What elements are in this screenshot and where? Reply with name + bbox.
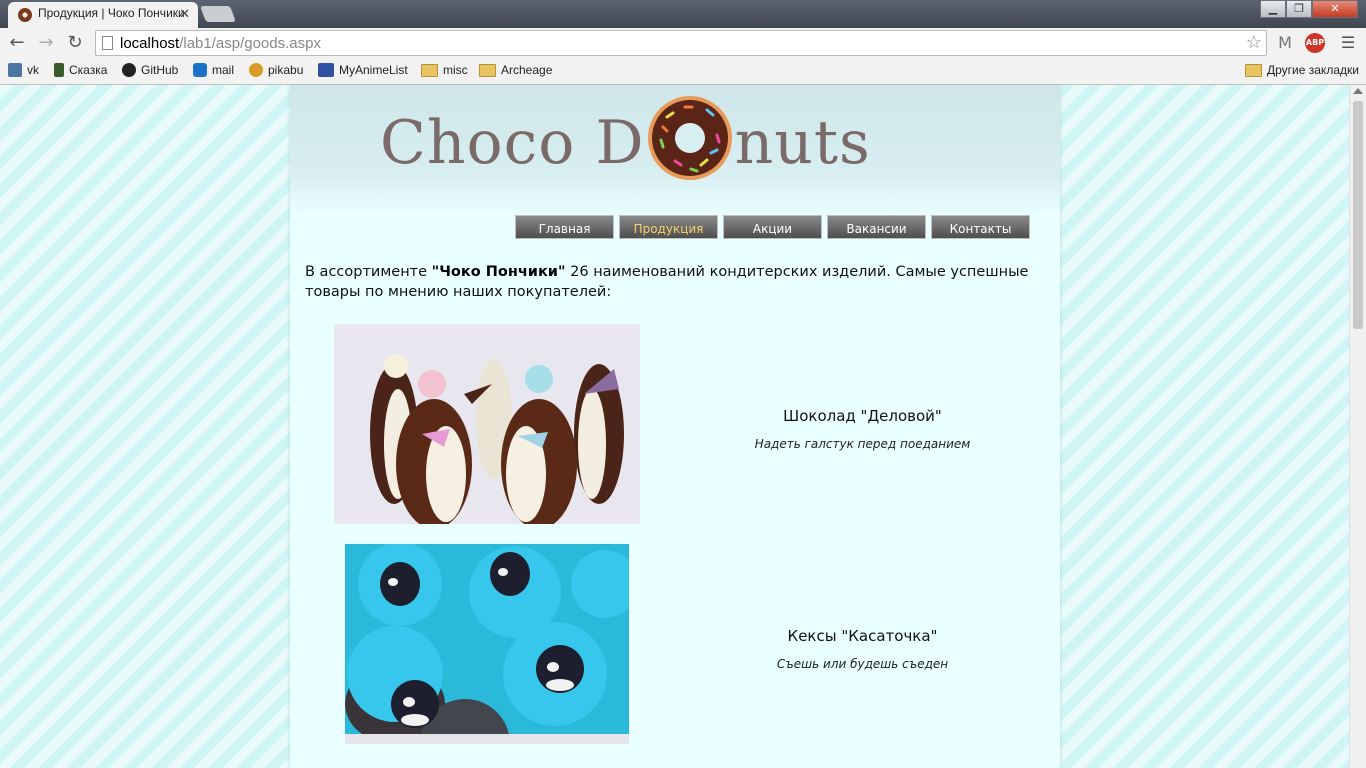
scrollbar-thumb[interactable] (1353, 101, 1363, 329)
bookmark-pikabu[interactable]: pikabu (249, 63, 303, 77)
address-bar[interactable]: localhost/lab1/asp/goods.aspx ☆ (95, 30, 1267, 56)
bookmark-label: Archeage (501, 63, 553, 77)
gmail-extension-icon[interactable]: M (1274, 33, 1296, 53)
menu-icon[interactable]: ☰ (1337, 32, 1359, 54)
other-bookmarks-label: Другие закладки (1267, 63, 1359, 77)
tab-title: Продукция | Чоко Пончики (38, 6, 185, 20)
page-icon (102, 36, 113, 50)
other-bookmarks[interactable]: Другие закладки (1245, 63, 1359, 77)
page-viewport[interactable]: Choco D nuts Главная Продукция Акции Вак… (0, 85, 1349, 768)
new-tab-button[interactable] (200, 6, 236, 22)
folder-icon (421, 63, 438, 77)
window-controls: ▁ ❐ ✕ (1260, 0, 1358, 19)
menu-item-vacancies[interactable]: Вакансии (827, 215, 926, 239)
bookmark-label: MyAnimeList (339, 63, 408, 77)
url-host: localhost (120, 35, 180, 52)
back-icon[interactable]: ← (6, 32, 28, 54)
pikabu-icon (249, 63, 263, 77)
product-card: Кексы "Касаточка" Съешь или будешь съеде… (290, 543, 1060, 744)
intro-brand: "Чоко Пончики" (431, 264, 566, 280)
vk-icon (8, 63, 22, 77)
browser-tab[interactable]: Продукция | Чоко Пончики ✕ (8, 2, 198, 28)
product-name: Шоколад "Деловой" (783, 407, 942, 425)
mail-icon (193, 63, 207, 77)
logo-text-left: Choco D (380, 108, 645, 178)
bookmark-label: GitHub (141, 63, 179, 77)
orca-cupcakes-image[interactable] (345, 544, 629, 744)
folder-icon (479, 63, 496, 77)
intro-text: В ассортименте "Чоко Пончики" 26 наимено… (305, 262, 1050, 302)
scroll-up-icon[interactable] (1353, 88, 1363, 94)
tab-strip: Продукция | Чоко Пончики ✕ ▁ ❐ ✕ (0, 0, 1366, 28)
product-description: Съешь или будешь съеден (776, 657, 949, 671)
bookmarks-bar: vk Сказка GitHub mail pikabu MyAnimeList… (0, 58, 1366, 85)
bookmark-label: pikabu (268, 63, 304, 77)
bookmark-label: Сказка (69, 63, 108, 77)
product-card: Шоколад "Деловой" Надеть галстук перед п… (290, 323, 1060, 524)
logo-text-right: nuts (734, 108, 871, 178)
mal-icon (318, 63, 334, 77)
bookmark-vk[interactable]: vk (8, 63, 39, 77)
site-logo[interactable]: Choco D nuts (380, 95, 871, 181)
menu-item-home[interactable]: Главная (515, 215, 614, 239)
bookmark-label: mail (212, 63, 235, 77)
donut-logo-icon (647, 96, 732, 180)
bookmark-folder-misc[interactable]: misc (421, 63, 468, 77)
product-name: Кексы "Касаточка" (787, 627, 938, 645)
skazka-icon (54, 63, 64, 77)
browser-toolbar: ← → ↻ localhost/lab1/asp/goods.aspx ☆ M … (0, 28, 1366, 58)
menu-item-promotions[interactable]: Акции (723, 215, 822, 239)
menu-item-contacts[interactable]: Контакты (931, 215, 1030, 239)
close-window-button[interactable]: ✕ (1312, 0, 1358, 18)
minimize-button[interactable]: ▁ (1260, 0, 1286, 18)
tab-close-icon[interactable]: ✕ (179, 6, 190, 22)
reload-icon[interactable]: ↻ (64, 32, 86, 54)
chocolate-penguins-image[interactable] (334, 324, 640, 524)
github-icon (122, 63, 136, 77)
bookmark-folder-archeage[interactable]: Archeage (479, 63, 552, 77)
bookmark-label: vk (27, 63, 39, 77)
site-header: Choco D nuts (290, 85, 1060, 215)
main-menu: Главная Продукция Акции Вакансии Контакт… (515, 215, 1030, 239)
intro-before: В ассортименте (305, 264, 432, 280)
forward-icon[interactable]: → (35, 32, 57, 54)
bookmark-skazka[interactable]: Сказка (54, 63, 107, 77)
donut-favicon-icon (18, 8, 32, 22)
folder-icon (1245, 63, 1262, 77)
menu-item-products[interactable]: Продукция (619, 215, 718, 239)
bookmark-mail[interactable]: mail (193, 63, 234, 77)
bookmark-star-icon[interactable]: ☆ (1246, 32, 1262, 53)
maximize-button[interactable]: ❐ (1286, 0, 1312, 18)
adblock-extension-icon[interactable]: ABP (1305, 33, 1325, 53)
product-description: Надеть галстук перед поеданием (754, 437, 971, 451)
bookmark-github[interactable]: GitHub (122, 63, 178, 77)
bookmark-label: misc (443, 63, 468, 77)
url-path: /lab1/asp/goods.aspx (179, 35, 321, 52)
bookmark-myanimelist[interactable]: MyAnimeList (318, 63, 408, 77)
page-scrollbar[interactable] (1349, 85, 1366, 768)
site-container: Choco D nuts Главная Продукция Акции Вак… (290, 85, 1060, 768)
